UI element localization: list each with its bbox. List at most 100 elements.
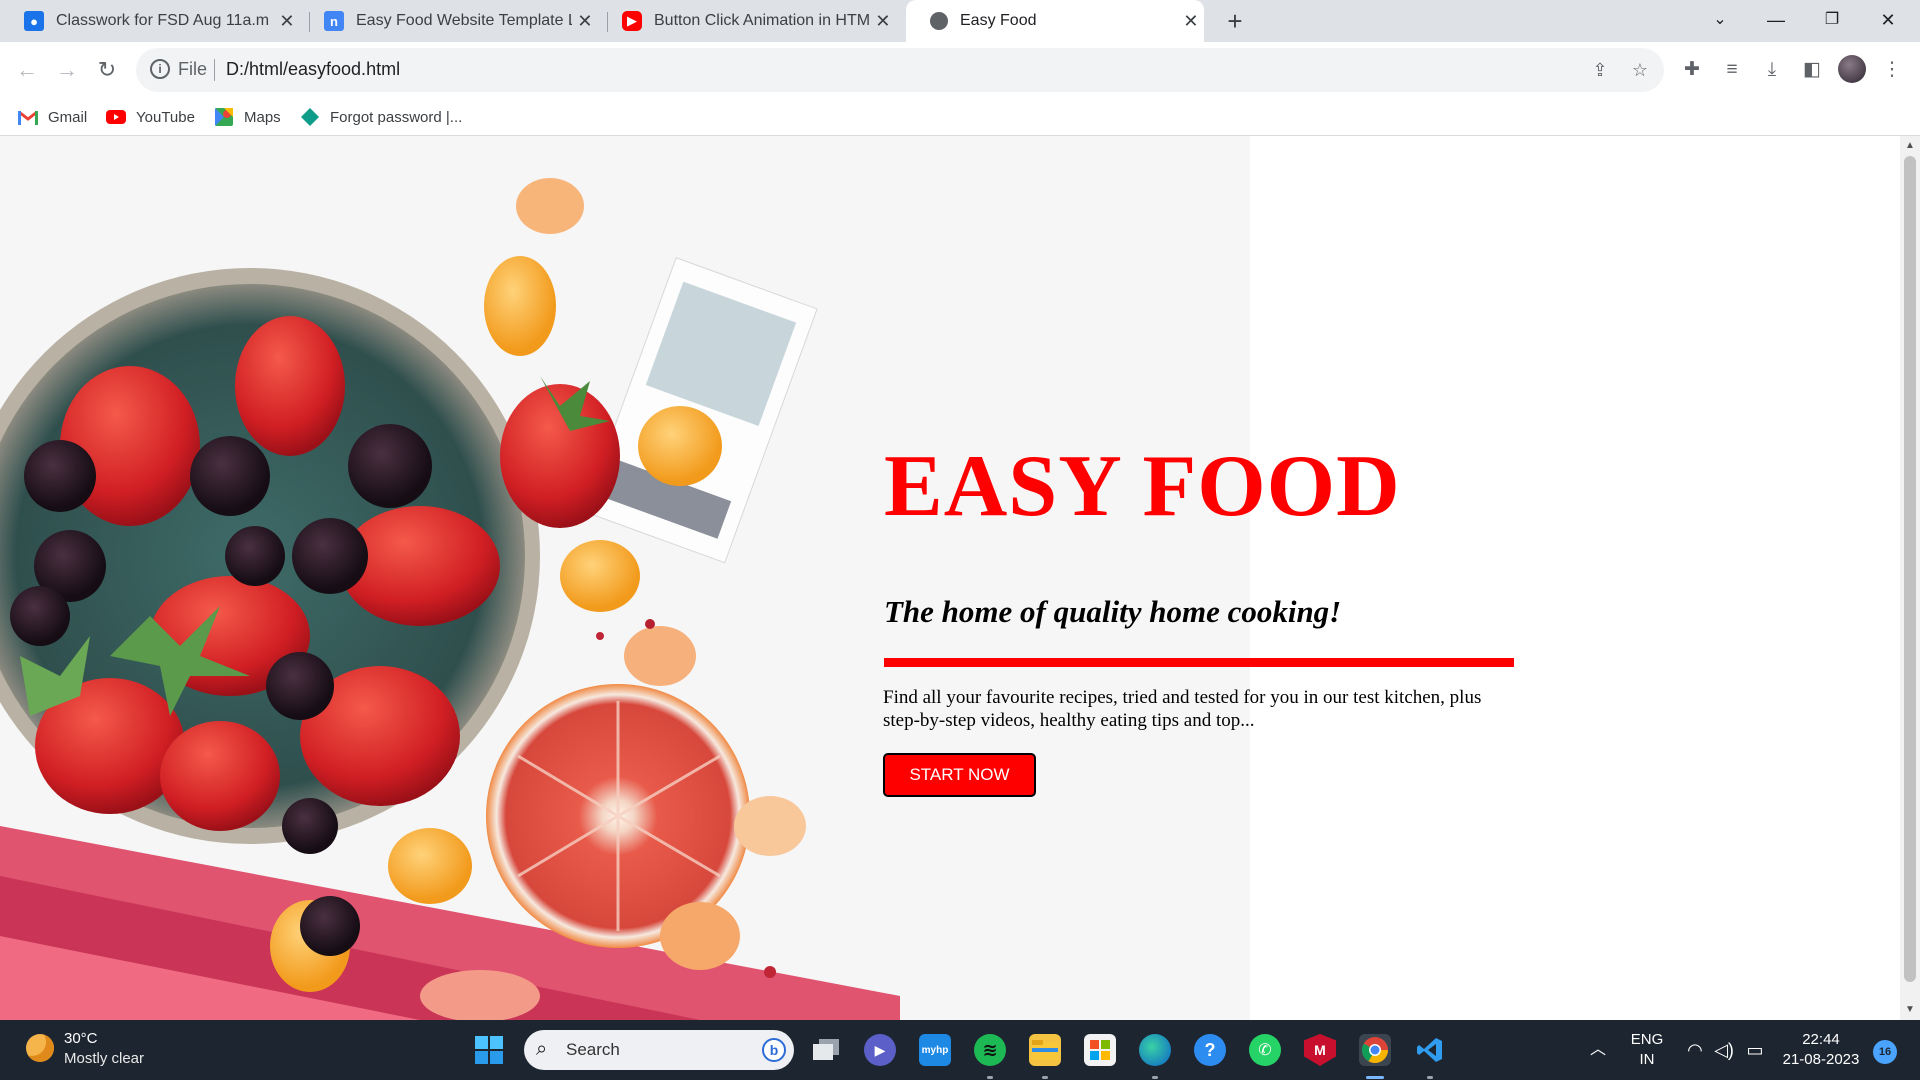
active-indicator [1366, 1076, 1384, 1079]
youtube-icon: ▶ [622, 11, 642, 31]
globe-icon [930, 12, 948, 30]
scroll-down-icon[interactable]: ▼ [1900, 1002, 1920, 1018]
classroom-icon: ● [24, 11, 44, 31]
new-tab-button[interactable]: + [1220, 6, 1250, 36]
description: Find all your favourite recipes, tried a… [883, 687, 1482, 731]
bookmark-forgot-password[interactable]: Forgot password |... [300, 98, 462, 136]
tab-easy-food-template[interactable]: n Easy Food Website Template Live ✕ [300, 0, 598, 42]
start-now-button[interactable]: START NOW [883, 753, 1036, 797]
nicepage-icon: n [324, 11, 344, 31]
tab-easy-food[interactable]: Easy Food ✕ [906, 0, 1204, 42]
myhp-icon[interactable]: myhp [919, 1034, 951, 1066]
url-scheme: File [178, 59, 208, 79]
language-line1: ENG [1630, 1031, 1664, 1048]
chrome-icon[interactable] [1359, 1034, 1391, 1066]
bookmark-youtube[interactable]: YouTube [106, 98, 195, 136]
tips-icon[interactable]: ? [1194, 1034, 1226, 1066]
restore-button[interactable]: ❐ [1804, 0, 1860, 42]
mcafee-icon[interactable]: M [1304, 1034, 1336, 1066]
extensions-icon[interactable]: ✚ [1678, 56, 1706, 84]
info-icon[interactable]: i [150, 59, 170, 79]
minimize-button[interactable]: — [1748, 0, 1804, 42]
microsoft-store-icon[interactable] [1084, 1034, 1116, 1066]
youtube-icon [106, 109, 126, 125]
whatsapp-icon[interactable]: ✆ [1249, 1034, 1281, 1066]
vertical-scrollbar[interactable]: ▲ ▼ [1900, 136, 1920, 1020]
bookmarks-bar: Gmail YouTube Maps Forgot password |... [0, 98, 1920, 136]
tab-title: Easy Food [960, 12, 1037, 29]
scroll-up-icon[interactable]: ▲ [1900, 138, 1920, 154]
tagline: The home of quality home cooking! [884, 594, 1342, 629]
weather-temp[interactable]: 30°C [64, 1030, 98, 1047]
tab-title: Classwork for FSD Aug 11a.m ( T [56, 12, 274, 29]
close-tab-icon[interactable]: ✕ [870, 11, 896, 32]
tab-classwork[interactable]: ● Classwork for FSD Aug 11a.m ( T ✕ [0, 0, 300, 42]
diamond-icon [300, 108, 320, 126]
close-tab-icon[interactable]: ✕ [1178, 11, 1204, 32]
bookmark-maps[interactable]: Maps [214, 98, 281, 136]
running-indicator [1427, 1076, 1433, 1079]
running-indicator [1042, 1076, 1048, 1079]
edge-icon[interactable] [1139, 1034, 1171, 1066]
browser-toolbar: ← → ↻ i File D:/html/easyfood.html ⇪ ☆ ✚… [0, 42, 1920, 98]
tab-title: Button Click Animation in HTML [654, 12, 870, 29]
close-tab-icon[interactable]: ✕ [274, 11, 300, 32]
download-icon[interactable]: ⤓ [1758, 56, 1786, 84]
notification-badge[interactable]: 16 [1873, 1040, 1897, 1064]
url-text[interactable]: D:/html/easyfood.html [226, 59, 400, 80]
scroll-thumb[interactable] [1904, 156, 1916, 982]
tab-button-click-animation[interactable]: ▶ Button Click Animation in HTML ✕ [598, 0, 896, 42]
search-icon: ⌕ [536, 1038, 548, 1060]
address-bar[interactable]: i File D:/html/easyfood.html ⇪ ☆ [136, 48, 1664, 92]
tab-title: Easy Food Website Template Live [356, 12, 572, 29]
red-divider [884, 658, 1514, 667]
profile-avatar[interactable] [1838, 55, 1866, 83]
clock[interactable]: 22:44 21-08-2023 [1776, 1020, 1866, 1080]
language-indicator[interactable]: ENG IN [1620, 1020, 1674, 1080]
running-indicator [987, 1076, 993, 1079]
back-button[interactable]: ← [9, 52, 45, 88]
gmail-icon [18, 109, 38, 125]
windows-start-icon[interactable] [473, 1034, 505, 1066]
vscode-icon[interactable] [1414, 1034, 1446, 1066]
reload-button[interactable]: ↻ [89, 52, 125, 88]
tab-search-icon[interactable]: ⌄ [1692, 0, 1748, 42]
bing-icon[interactable]: b [762, 1038, 786, 1062]
clock-time: 22:44 [1802, 1031, 1840, 1048]
page-title: EASY FOOD [884, 438, 1401, 535]
windows-taskbar: 30°C Mostly clear ⌕ Search b ▶ myhp ≋ ? … [0, 1020, 1920, 1080]
taskbar-search[interactable]: ⌕ Search b [524, 1030, 794, 1070]
spotify-icon[interactable]: ≋ [974, 1034, 1006, 1066]
tab-strip: ● Classwork for FSD Aug 11a.m ( T ✕ n Ea… [0, 0, 1920, 42]
volume-icon[interactable]: ◁) [1710, 1020, 1738, 1080]
file-explorer-icon[interactable] [1029, 1034, 1061, 1066]
url-separator [214, 59, 215, 81]
bookmark-gmail[interactable]: Gmail [18, 98, 87, 136]
share-icon[interactable]: ⇪ [1588, 58, 1612, 82]
bookmark-label: Forgot password |... [330, 108, 463, 126]
search-placeholder: Search [566, 1040, 620, 1059]
teams-chat-icon[interactable]: ▶ [864, 1034, 896, 1066]
running-indicator [1152, 1076, 1158, 1079]
bookmark-label: Gmail [48, 108, 88, 126]
task-view-icon[interactable] [810, 1034, 842, 1066]
chevron-up-icon[interactable]: ︿ [1586, 1020, 1610, 1080]
moon-weather-icon[interactable] [26, 1034, 54, 1062]
language-line2: IN [1639, 1051, 1655, 1068]
forward-button[interactable]: → [49, 52, 85, 88]
battery-icon[interactable]: ▭ [1740, 1020, 1770, 1080]
weather-desc[interactable]: Mostly clear [64, 1050, 144, 1067]
bookmark-star-icon[interactable]: ☆ [1628, 58, 1652, 82]
hero-fruit-image [0, 136, 1250, 1020]
bookmark-label: Maps [244, 108, 281, 126]
wifi-icon[interactable]: ◠ [1680, 1020, 1710, 1080]
clock-date: 21-08-2023 [1782, 1051, 1860, 1068]
page-viewport: EASY FOOD The home of quality home cooki… [0, 136, 1900, 1020]
close-window-button[interactable]: ✕ [1860, 0, 1916, 42]
bookmark-label: YouTube [136, 108, 195, 126]
close-tab-icon[interactable]: ✕ [572, 11, 598, 32]
media-queue-icon[interactable]: ≡ [1718, 56, 1746, 84]
side-panel-icon[interactable]: ◧ [1798, 56, 1826, 84]
menu-icon[interactable]: ⋮ [1878, 56, 1906, 84]
maps-icon [214, 108, 234, 126]
